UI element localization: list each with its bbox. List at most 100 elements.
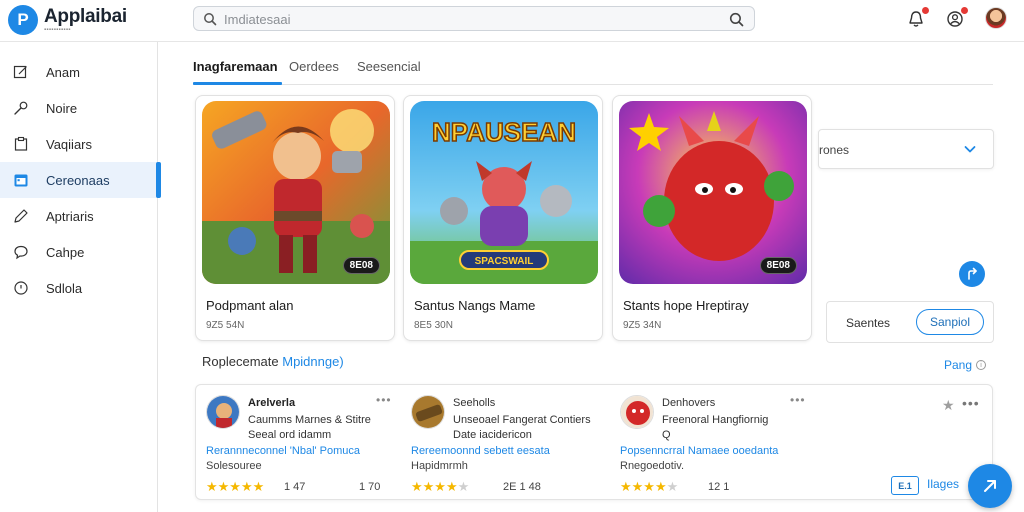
tag-badge[interactable]: E.1 xyxy=(891,476,919,495)
app-link[interactable]: Rereemoonnd sebett eesata xyxy=(411,445,550,457)
sort-dropdown[interactable]: rones xyxy=(818,129,994,169)
info-icon: i xyxy=(976,360,987,370)
sidebar-item-label: Noire xyxy=(46,100,78,116)
search-input[interactable] xyxy=(224,10,704,28)
rating-count: 1 47 xyxy=(284,481,306,493)
price-badge: 8E08 xyxy=(759,257,797,274)
game-card[interactable]: 8E08 Stants hope Hreptiray 9Z5 34N xyxy=(612,95,812,341)
list-item[interactable]: Denhovers ••• Freenoral Hangfiornig Q Po… xyxy=(620,393,825,494)
sidebar-item-cereonaas[interactable]: Cereonaas xyxy=(0,162,161,198)
clipboard-icon xyxy=(12,135,30,153)
favorite-star-icon[interactable]: ★ xyxy=(942,397,955,414)
chevron-down-icon xyxy=(963,142,977,161)
images-link[interactable]: Ilages xyxy=(927,477,959,491)
app-link[interactable]: Popsenncrral Namaee ooedanta xyxy=(620,445,778,457)
app-name: Arelverla xyxy=(248,397,296,409)
sidebar-item-cahpe[interactable]: Cahpe xyxy=(0,234,157,270)
app-description: Unseoael Fangerat Contiers xyxy=(453,414,591,426)
app-tagline: ▪▪▪▪▪▪▪▪▪▪▪ xyxy=(44,27,71,33)
game-card[interactable]: 8E08 Podpmant alan 9Z5 54N xyxy=(195,95,395,341)
app-description-secondary: Date iacidericon xyxy=(453,429,532,441)
search-submit-icon[interactable] xyxy=(729,12,744,32)
app-description: Freenoral Hangfiornig xyxy=(662,414,769,426)
sidebar-item-anam[interactable]: Anam xyxy=(0,54,157,90)
compose-fab[interactable] xyxy=(968,464,1012,508)
sidebar-item-label: Aptriaris xyxy=(46,208,94,224)
sidebar-item-label: Sdlola xyxy=(46,280,83,296)
app-description: Caumms Marnes & Stitre xyxy=(248,414,371,426)
list-item[interactable]: Arelverla ••• Caumms Marnes & Stitre See… xyxy=(206,393,411,494)
game-title: Podpmant alan xyxy=(206,298,294,313)
sidebar-item-label: Cereonaas xyxy=(46,172,110,188)
svg-text:SPACSWAIL: SPACSWAIL xyxy=(475,256,534,267)
share-icon xyxy=(968,267,977,280)
sidebar: Anam Noire Vaqiiars Cereonaas Aptriaris … xyxy=(0,42,161,512)
pencil-icon xyxy=(12,207,30,225)
game-title: Santus Nangs Mame xyxy=(414,298,536,313)
star-rating: ★★★★★ xyxy=(620,479,679,494)
price-badge: 8E08 xyxy=(342,257,380,274)
filter-label: Saentes xyxy=(846,316,891,330)
app-logo[interactable]: P Applaibai ▪▪▪▪▪▪▪▪▪▪▪ xyxy=(8,5,127,35)
tab-bar: Inagfaremaan Oerdees Seesencial xyxy=(193,54,993,85)
account-button[interactable] xyxy=(944,6,969,30)
section-more-link[interactable]: Pang i xyxy=(944,358,987,372)
app-name: Denhovers xyxy=(662,397,716,409)
app-icon xyxy=(411,395,445,429)
sidebar-item-noire[interactable]: Noire xyxy=(0,90,157,126)
rating-count: 12 1 xyxy=(708,481,730,493)
chat-icon xyxy=(12,243,30,261)
calendar-icon xyxy=(12,171,30,189)
filter-panel: Saentes Sanpiol xyxy=(826,301,994,343)
dropdown-value: rones xyxy=(819,143,850,157)
game-card[interactable]: NPAUSEAN SPACSWAIL Santus Nangs Mame 8E5… xyxy=(403,95,603,341)
svg-text:NPAUSEAN: NPAUSEAN xyxy=(432,117,576,147)
sidebar-item-vaqiiars[interactable]: Vaqiiars xyxy=(0,126,157,162)
star-rating: ★★★★★ xyxy=(206,479,265,494)
section-link[interactable]: Mpidnnge) xyxy=(282,354,343,369)
logo-icon: P xyxy=(8,5,38,35)
notification-badge xyxy=(921,6,930,15)
sidebar-item-sdlola[interactable]: Sdlola xyxy=(0,270,157,306)
game-artwork: 8E08 xyxy=(202,101,390,284)
top-bar: P Applaibai ▪▪▪▪▪▪▪▪▪▪▪ xyxy=(0,0,1024,42)
avatar[interactable] xyxy=(985,7,1007,29)
game-meta: 9Z5 34N xyxy=(623,320,662,331)
side-count: 1 70 xyxy=(359,481,381,493)
search-icon xyxy=(203,12,217,31)
app-publisher: Rnegoedotiv. xyxy=(620,460,685,472)
sidebar-item-aptriaris[interactable]: Aptriaris xyxy=(0,198,157,234)
app-icon xyxy=(206,395,240,429)
star-rating: ★★★★★ xyxy=(411,479,470,494)
app-publisher: Hapidmrmh xyxy=(411,460,468,472)
app-list-panel: Arelverla ••• Caumms Marnes & Stitre See… xyxy=(195,384,993,500)
section-heading: Roplecemate Mpidnnge) xyxy=(202,354,344,369)
share-button[interactable] xyxy=(959,261,985,287)
tab-seesencial[interactable]: Seesencial xyxy=(357,59,421,84)
rating-count: 2E 1 48 xyxy=(503,481,541,493)
filter-button[interactable]: Sanpiol xyxy=(916,309,984,335)
game-title: Stants hope Hreptiray xyxy=(623,298,749,313)
search-bar xyxy=(193,6,755,31)
game-artwork: 8E08 xyxy=(619,101,807,284)
sidebar-item-label: Vaqiiars xyxy=(46,136,93,152)
app-link[interactable]: Rerannneconnel 'Nbal' Pomuca xyxy=(206,445,360,457)
tab-oerdees[interactable]: Oerdees xyxy=(289,59,339,84)
notifications-button[interactable] xyxy=(905,6,930,30)
tab-inagfaremaan[interactable]: Inagfaremaan xyxy=(193,59,282,85)
more-options-icon[interactable]: ••• xyxy=(962,395,980,411)
app-description-secondary: Seeal ord idamm xyxy=(248,429,332,441)
clock-icon xyxy=(12,279,30,297)
arrow-up-right-icon xyxy=(984,480,996,492)
game-meta: 9Z5 54N xyxy=(206,320,245,331)
wrench-icon xyxy=(12,99,30,117)
more-options-icon[interactable]: ••• xyxy=(376,393,392,407)
pencil-square-icon xyxy=(12,63,30,81)
app-name: Seeholls xyxy=(453,397,496,409)
sidebar-item-label: Cahpe xyxy=(46,244,85,260)
game-artwork: NPAUSEAN SPACSWAIL xyxy=(410,101,598,284)
section-title: Roplecemate xyxy=(202,354,279,369)
more-options-icon[interactable]: ••• xyxy=(790,393,806,407)
list-item[interactable]: Seeholls Unseoael Fangerat Contiers Date… xyxy=(411,393,616,494)
game-meta: 8E5 30N xyxy=(414,320,453,331)
